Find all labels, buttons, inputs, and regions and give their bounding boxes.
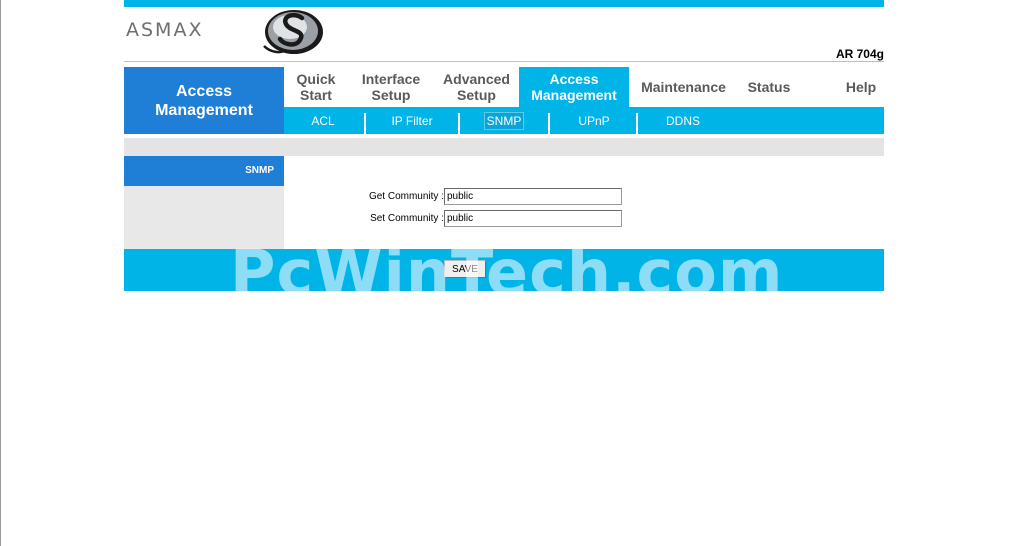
nav-status[interactable]: Status — [738, 67, 800, 107]
nav-access-management[interactable]: Access Management — [519, 67, 629, 107]
brand-logo-text: ASMAX — [126, 19, 204, 41]
subnav-acl[interactable]: ACL — [284, 107, 362, 134]
sidebar-body — [124, 186, 284, 249]
sub-nav: ACL IP Filter SNMP UPnP DDNS — [284, 107, 884, 134]
section-title-label: Access Management — [155, 82, 253, 119]
sidebar-heading: SNMP — [124, 156, 284, 186]
subnav-ddns-label: DDNS — [665, 113, 700, 128]
set-community-label: Set Community : — [370, 213, 444, 224]
nav-quick-start[interactable]: Quick Start — [284, 67, 348, 107]
subnav-snmp-label: SNMP — [483, 111, 525, 130]
nav-maintenance[interactable]: Maintenance — [629, 67, 738, 107]
top-accent-bar — [124, 0, 884, 7]
nav-advanced-setup[interactable]: Advanced Setup — [434, 67, 519, 107]
brand-logo-icon — [263, 10, 323, 54]
get-community-label: Get Community : — [368, 191, 444, 202]
subnav-upnp[interactable]: UPnP — [550, 107, 638, 134]
subnav-ip-filter-label: IP Filter — [391, 113, 433, 128]
subnav-upnp-label: UPnP — [578, 113, 610, 128]
content-top-band — [124, 138, 884, 156]
subnav-ddns[interactable]: DDNS — [638, 107, 728, 134]
set-community-input[interactable] — [444, 210, 622, 227]
subnav-ip-filter[interactable]: IP Filter — [366, 107, 458, 134]
model-name: AR 704g — [835, 47, 884, 61]
section-title: Access Management — [124, 67, 284, 134]
form-footer: SAVE — [124, 249, 884, 291]
nav-interface-setup[interactable]: Interface Setup — [348, 67, 434, 107]
subnav-acl-label: ACL — [311, 113, 335, 128]
save-button[interactable]: SAVE — [444, 260, 486, 278]
nav-help[interactable]: Help — [830, 67, 892, 107]
main-nav: Quick Start Interface Setup Advanced Set… — [284, 67, 884, 107]
snmp-form: Get Community : Set Community : — [284, 156, 884, 249]
header-divider — [124, 61, 884, 62]
subnav-snmp[interactable]: SNMP — [460, 107, 548, 134]
get-community-input[interactable] — [444, 188, 622, 205]
